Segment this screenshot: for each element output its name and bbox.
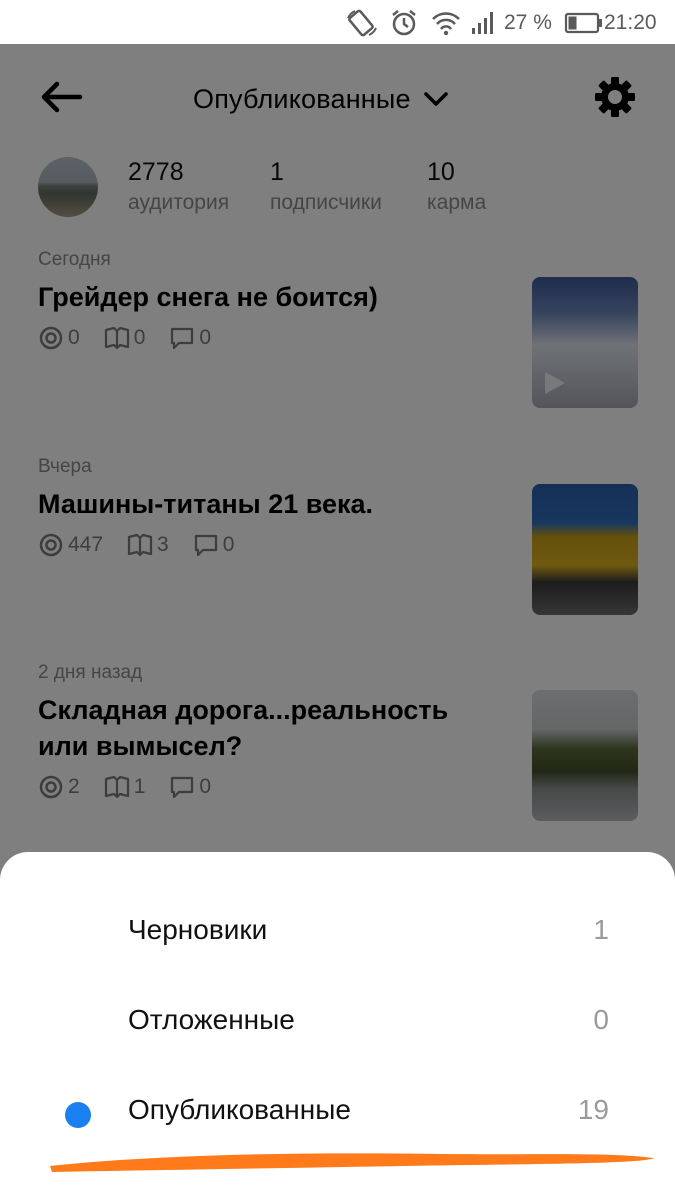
status-bar: 27 % 21:20 (0, 0, 675, 44)
alarm-icon (392, 10, 416, 36)
sheet-item-label: Отложенные (128, 1004, 295, 1035)
highlight-underline (50, 1153, 654, 1172)
signal-icon (472, 12, 493, 34)
rotation-lock-icon (347, 9, 377, 37)
battery-icon (564, 12, 602, 34)
battery-percent: 27 % (504, 11, 552, 34)
sheet-item-drafts[interactable]: Черновики 1 (0, 900, 675, 960)
sheet-item-label: Опубликованные (128, 1094, 351, 1125)
sheet-item-count: 19 (577, 1094, 609, 1125)
wifi-icon (432, 12, 460, 36)
selected-dot-icon (65, 1102, 91, 1128)
sheet-item-label: Черновики (128, 914, 268, 945)
clock: 21:20 (604, 11, 657, 34)
sheet-item-count: 1 (593, 914, 609, 945)
sheet-item-scheduled[interactable]: Отложенные 0 (0, 990, 675, 1050)
sheet-item-count: 0 (593, 1004, 609, 1035)
sheet-item-published[interactable]: Опубликованные 19 (0, 1080, 675, 1140)
